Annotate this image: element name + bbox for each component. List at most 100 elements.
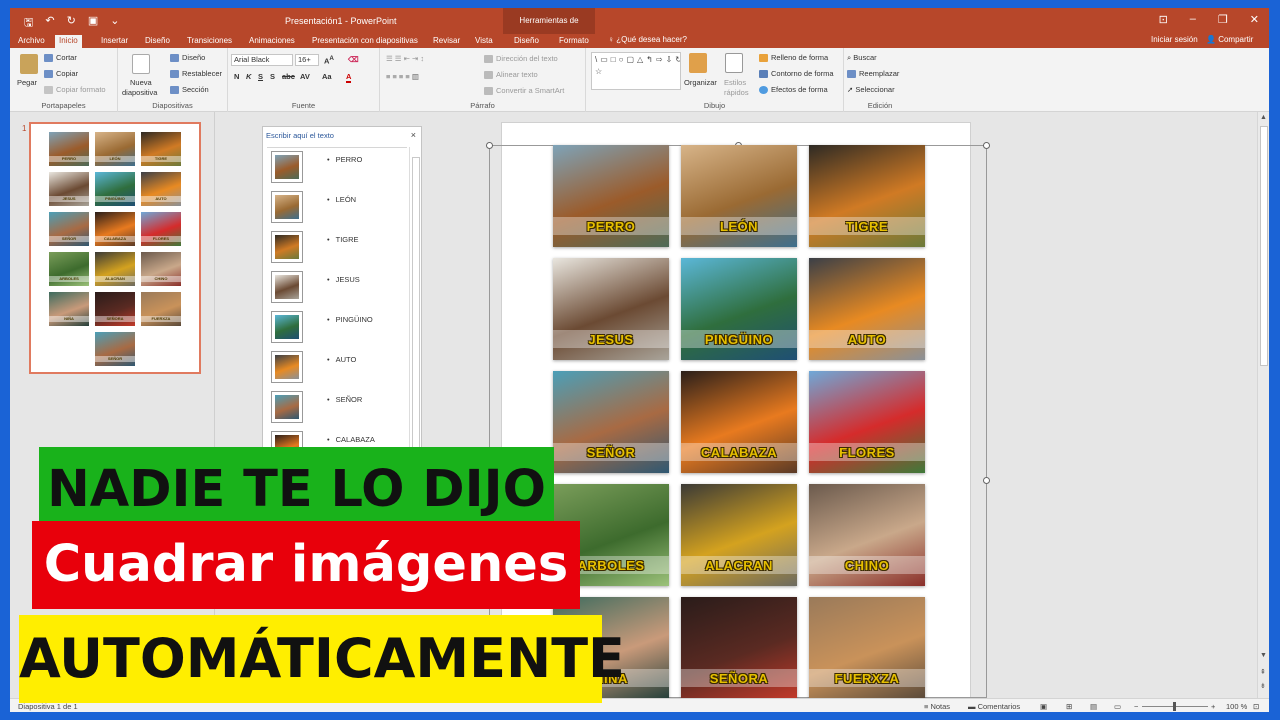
picture-label[interactable]: PERRO: [553, 219, 669, 234]
picture-placeholder[interactable]: [271, 311, 303, 343]
arrange-button[interactable]: Organizar: [684, 78, 717, 87]
change-case-button[interactable]: Aa: [322, 72, 332, 81]
new-slide-button[interactable]: Nueva: [130, 78, 152, 87]
text-pane-item[interactable]: PINGÜINO: [267, 311, 407, 349]
picture-label[interactable]: TIGRE: [809, 219, 925, 234]
text-pane-item[interactable]: TIGRE: [267, 231, 407, 269]
quick-styles-button[interactable]: Estilos: [724, 78, 746, 87]
text-pane-item-label[interactable]: CALABAZA: [327, 435, 375, 444]
smartart-picture-item[interactable]: SEÑORA: [681, 597, 797, 699]
font-name-combo[interactable]: Arial Black: [231, 54, 293, 66]
resize-handle[interactable]: [486, 142, 493, 149]
smartart-picture-item[interactable]: SEÑOR: [553, 371, 669, 473]
picture-label[interactable]: AUTO: [809, 332, 925, 347]
tab-inicio[interactable]: Inicio: [55, 35, 82, 48]
picture-label[interactable]: ALACRAN: [681, 558, 797, 573]
shape-effects-button[interactable]: Efectos de forma: [759, 85, 828, 95]
text-pane-item[interactable]: LEÓN: [267, 191, 407, 229]
redo-icon[interactable]: ↻: [67, 14, 76, 33]
bullets-icon[interactable]: ☰ ☰ ⇤ ⇥ ↕: [386, 54, 424, 63]
text-pane-item[interactable]: SEÑOR: [267, 391, 407, 429]
next-slide-icon[interactable]: ⇟: [1260, 682, 1266, 690]
text-pane-item-label[interactable]: PERRO: [327, 155, 363, 164]
clear-format-icon[interactable]: ⌫: [348, 55, 359, 64]
ribbon-display-icon[interactable]: ⊡: [1159, 13, 1168, 26]
tab-vista[interactable]: Vista: [471, 35, 497, 48]
text-direction-button[interactable]: Dirección del texto: [484, 54, 558, 64]
text-pane-item[interactable]: JESUS: [267, 271, 407, 309]
copy-button[interactable]: Copiar: [44, 69, 78, 79]
convert-smartart-button[interactable]: Convertir a SmartArt: [484, 86, 564, 96]
zoom-out-icon[interactable]: −: [1134, 702, 1138, 711]
tab-insertar[interactable]: Insertar: [97, 35, 132, 48]
quick-styles-icon[interactable]: [725, 53, 743, 73]
cut-button[interactable]: Cortar: [44, 53, 77, 63]
smartart-picture-item[interactable]: FUERXZA: [809, 597, 925, 699]
tab-smartart-diseno[interactable]: Diseño: [510, 35, 543, 48]
smartart-picture-item[interactable]: TIGRE: [809, 145, 925, 247]
text-pane-item[interactable]: PERRO: [267, 151, 407, 189]
picture-placeholder[interactable]: [271, 191, 303, 223]
slideshow-icon[interactable]: ▭: [1114, 702, 1121, 711]
reading-view-icon[interactable]: ▤: [1090, 702, 1097, 711]
picture-label[interactable]: PINGÜINO: [681, 332, 797, 347]
scroll-down-icon[interactable]: ▼: [1260, 652, 1267, 659]
minimize-icon[interactable]: –: [1190, 13, 1196, 26]
vertical-scrollbar[interactable]: ▲ ▼ ⇞ ⇟: [1257, 112, 1269, 698]
slide-sorter-icon[interactable]: ⊞: [1066, 702, 1072, 711]
picture-label[interactable]: SEÑORA: [681, 671, 797, 686]
picture-label[interactable]: FLORES: [809, 445, 925, 460]
picture-label[interactable]: LEÓN: [681, 219, 797, 234]
picture-label[interactable]: CALABAZA: [681, 445, 797, 460]
resize-handle[interactable]: [983, 142, 990, 149]
underline-button[interactable]: S: [258, 72, 263, 81]
grow-font-icon[interactable]: AA: [324, 55, 334, 66]
reset-button[interactable]: Restablecer: [170, 69, 222, 79]
comments-button[interactable]: ▬ Comentarios: [968, 702, 1020, 711]
zoom-level[interactable]: 100 %: [1226, 702, 1247, 711]
bold-button[interactable]: N: [234, 72, 239, 81]
scroll-up-icon[interactable]: ▲: [1260, 114, 1267, 121]
replace-button[interactable]: Reemplazar: [847, 69, 899, 79]
text-pane-item-label[interactable]: AUTO: [327, 355, 357, 364]
customize-qat-icon[interactable]: ⌄: [110, 14, 119, 33]
smartart-picture-item[interactable]: LEÓN: [681, 145, 797, 247]
strikethrough-button[interactable]: abc: [282, 72, 295, 81]
tab-presentacion[interactable]: Presentación con diapositivas: [308, 35, 422, 48]
tab-diseno[interactable]: Diseño: [141, 35, 174, 48]
align-text-button[interactable]: Alinear texto: [484, 70, 538, 80]
fit-slide-icon[interactable]: ⊡: [1253, 702, 1259, 711]
text-pane-item-label[interactable]: JESUS: [327, 275, 360, 284]
zoom-in-icon[interactable]: +: [1211, 702, 1215, 711]
section-button[interactable]: Sección: [170, 85, 209, 95]
align-icons[interactable]: ≡ ≡ ≡ ≡ ▥: [386, 72, 419, 81]
tell-me-search[interactable]: ♀ ¿Qué desea hacer?: [608, 35, 687, 44]
paste-icon[interactable]: [20, 54, 38, 74]
restore-icon[interactable]: ❐: [1218, 13, 1228, 26]
paste-button[interactable]: Pegar: [17, 78, 37, 87]
prev-slide-icon[interactable]: ⇞: [1260, 668, 1266, 676]
sign-in-link[interactable]: Iniciar sesión: [1151, 35, 1198, 44]
tab-transiciones[interactable]: Transiciones: [183, 35, 236, 48]
italic-button[interactable]: K: [246, 72, 251, 81]
picture-placeholder[interactable]: [271, 271, 303, 303]
notes-button[interactable]: ≡ Notas: [924, 702, 950, 711]
picture-placeholder[interactable]: [271, 351, 303, 383]
normal-view-icon[interactable]: ▣: [1040, 702, 1047, 711]
save-icon[interactable]: 🖫: [24, 14, 33, 33]
picture-label[interactable]: FUERXZA: [809, 671, 925, 686]
picture-label[interactable]: CHINO: [809, 558, 925, 573]
font-color-button[interactable]: A: [346, 72, 352, 83]
shape-fill-button[interactable]: Relleno de forma: [759, 53, 828, 63]
smartart-picture-item[interactable]: PERRO: [553, 145, 669, 247]
select-button[interactable]: ➚ Seleccionar: [847, 85, 895, 94]
shapes-gallery[interactable]: \▭□○▢△↰⇨⇩↻⌒{}☆: [591, 52, 681, 90]
text-pane-item-label[interactable]: LEÓN: [327, 195, 356, 204]
picture-label[interactable]: SEÑOR: [553, 445, 669, 460]
smartart-picture-item[interactable]: CALABAZA: [681, 371, 797, 473]
smartart-picture-item[interactable]: ALACRAN: [681, 484, 797, 586]
font-size-combo[interactable]: 16+: [295, 54, 319, 66]
tab-animaciones[interactable]: Animaciones: [245, 35, 299, 48]
tab-revisar[interactable]: Revisar: [429, 35, 464, 48]
format-painter-button[interactable]: Copiar formato: [44, 85, 106, 95]
